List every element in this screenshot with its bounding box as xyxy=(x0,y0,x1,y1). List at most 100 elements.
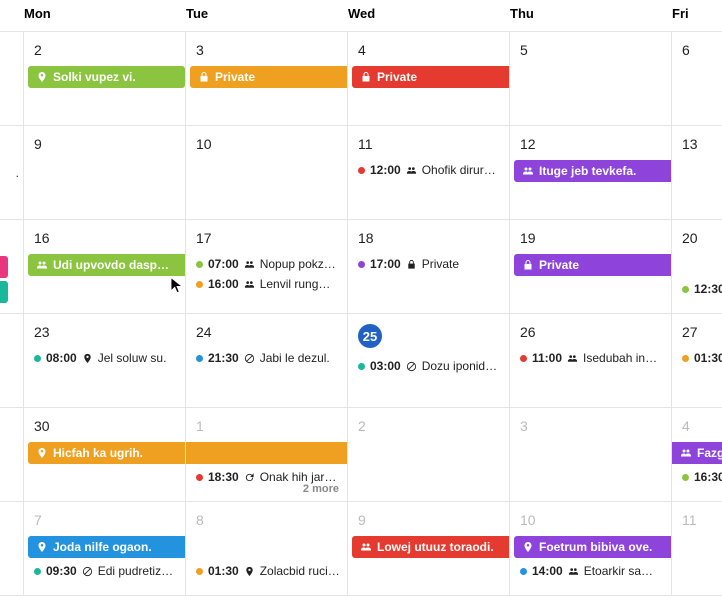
day-cell[interactable]: 2 Solki vupez vi. xyxy=(24,32,186,126)
event-chip[interactable]: Ituge jeb tevkefa. xyxy=(514,160,671,182)
day-number: 9 xyxy=(348,502,509,536)
event-text: Nopup pokz… xyxy=(260,257,336,271)
day-cell[interactable]: 7 Joda nilfe ogaon. 09:30 Edi pudretiz… xyxy=(24,502,186,596)
day-cell[interactable]: 18 17:00 Private xyxy=(348,220,510,314)
day-number: 18 xyxy=(348,220,509,254)
event-dot xyxy=(358,261,365,268)
day-number: 2 xyxy=(348,408,509,442)
event-dot xyxy=(34,355,41,362)
pin-icon xyxy=(36,71,48,83)
day-cell[interactable]: 11 xyxy=(672,502,722,596)
event-chip[interactable]: Private xyxy=(190,66,347,88)
event-label: Ituge jeb tevkefa. xyxy=(539,164,636,178)
event-chip[interactable]: Private xyxy=(514,254,671,276)
day-cell[interactable]: 25 03:00 Dozu iponid… xyxy=(348,314,510,408)
event-dot xyxy=(682,355,689,362)
day-number: 11 xyxy=(348,126,509,160)
gutter xyxy=(0,32,24,126)
calendar-grid: Mon Tue Wed Thu Fri 2 Solki vupez vi. 3 … xyxy=(0,0,722,596)
pin-icon xyxy=(36,541,48,553)
event-time: 03:00 xyxy=(370,359,401,373)
event-dot xyxy=(196,568,203,575)
event-entry[interactable]: 12:30 xyxy=(672,279,722,299)
event-entry[interactable]: 01:30 xyxy=(672,348,722,368)
day-number: 3 xyxy=(510,408,671,442)
event-label: Private xyxy=(539,258,579,272)
day-cell[interactable]: 16 Udi upvovdo dasp… xyxy=(24,220,186,314)
event-chip[interactable]: Hicfah ka ugrih. xyxy=(28,442,185,464)
event-entry[interactable]: 16:00 Lenvil rung… xyxy=(186,274,347,294)
day-cell[interactable]: 19 Private xyxy=(510,220,672,314)
day-cell[interactable]: 10 Foetrum bibiva ove. 14:00 Etoarkir sa… xyxy=(510,502,672,596)
day-cell[interactable]: 3 Private xyxy=(186,32,348,126)
day-cell[interactable]: 24 21:30 Jabi le dezul. xyxy=(186,314,348,408)
event-time: 12:00 xyxy=(370,163,401,177)
event-entry[interactable]: 11:00 Isedubah in… xyxy=(510,348,671,368)
day-cell[interactable]: 27 01:30 xyxy=(672,314,722,408)
event-chip[interactable]: Private xyxy=(352,66,509,88)
day-cell[interactable]: 12 Ituge jeb tevkefa. xyxy=(510,126,672,220)
event-time: 14:00 xyxy=(532,564,563,578)
day-cell[interactable]: 10 xyxy=(186,126,348,220)
day-cell[interactable]: 26 11:00 Isedubah in… xyxy=(510,314,672,408)
more-link[interactable]: 2 more xyxy=(303,483,339,495)
event-time: 08:00 xyxy=(46,351,77,365)
event-entry[interactable]: 21:30 Jabi le dezul. xyxy=(186,348,347,368)
day-number: 30 xyxy=(24,408,185,442)
header-thu: Thu xyxy=(510,0,672,32)
event-label: Lowej utuuz toraodi. xyxy=(377,540,494,554)
event-entry[interactable]: 01:30 Zolacbid ruci… xyxy=(186,561,347,581)
event-entry[interactable]: 16:30 xyxy=(672,467,722,487)
day-cell[interactable]: 23 08:00 Jel soluw su. xyxy=(24,314,186,408)
event-entry[interactable]: 12:00 Ohofik dirur… xyxy=(348,160,509,180)
day-cell[interactable]: 5 xyxy=(510,32,672,126)
event-chip[interactable]: Udi upvovdo dasp… xyxy=(28,254,185,276)
event-chip[interactable]: Fazga xyxy=(672,442,722,464)
day-cell[interactable]: 9 Lowej utuuz toraodi. xyxy=(348,502,510,596)
day-cell[interactable]: 6 xyxy=(672,32,722,126)
lock-icon xyxy=(360,71,372,83)
event-label: Private xyxy=(377,70,417,84)
event-chip-span[interactable] xyxy=(186,442,347,464)
day-cell[interactable]: 1 18:30 Onak hih jar… 2 more xyxy=(186,408,348,502)
event-entry[interactable]: 08:00 Jel soluw su. xyxy=(24,348,185,368)
day-cell[interactable]: 17 07:00 Nopup pokz… 16:00 Lenvil rung… xyxy=(186,220,348,314)
day-cell[interactable]: 11 12:00 Ohofik dirur… xyxy=(348,126,510,220)
day-cell[interactable]: 20 12:30 xyxy=(672,220,722,314)
event-dot xyxy=(358,363,365,370)
event-chip[interactable]: Joda nilfe ogaon. xyxy=(28,536,185,558)
day-number: 11 xyxy=(672,502,722,536)
event-entry[interactable]: 17:00 Private xyxy=(348,254,509,274)
event-chip[interactable]: Solki vupez vi. xyxy=(28,66,185,88)
day-number: 12 xyxy=(510,126,671,160)
day-cell[interactable]: 9 xyxy=(24,126,186,220)
event-dot xyxy=(196,281,203,288)
event-entry[interactable]: 09:30 Edi pudretiz… xyxy=(24,561,185,581)
day-cell[interactable]: 2 xyxy=(348,408,510,502)
group-icon xyxy=(406,165,417,176)
day-cell[interactable]: 4 Fazga 16:30 xyxy=(672,408,722,502)
day-number: 23 xyxy=(24,314,185,348)
day-number: 24 xyxy=(186,314,347,348)
day-number-today: 25 xyxy=(348,314,509,356)
ban-icon xyxy=(406,361,417,372)
event-entry[interactable]: 03:00 Dozu iponid… xyxy=(348,356,509,376)
pin-icon xyxy=(244,566,255,577)
day-number: 10 xyxy=(186,126,347,160)
event-entry[interactable]: 07:00 Nopup pokz… xyxy=(186,254,347,274)
event-time: 18:30 xyxy=(208,470,239,484)
event-dot xyxy=(358,167,365,174)
day-number: 19 xyxy=(510,220,671,254)
event-chip[interactable]: Lowej utuuz toraodi. xyxy=(352,536,509,558)
event-entry[interactable]: 14:00 Etoarkir sa… xyxy=(510,561,671,581)
day-cell[interactable]: 3 xyxy=(510,408,672,502)
event-text: Jel soluw su. xyxy=(98,351,167,365)
gutter: . xyxy=(0,126,24,220)
day-cell[interactable]: 4 Private xyxy=(348,32,510,126)
event-text: Zolacbid ruci… xyxy=(260,564,340,578)
group-icon xyxy=(244,279,255,290)
day-cell[interactable]: 30 Hicfah ka ugrih. xyxy=(24,408,186,502)
event-chip[interactable]: Foetrum bibiva ove. xyxy=(514,536,671,558)
day-cell[interactable]: 13 Cozuc xyxy=(672,126,722,220)
day-cell[interactable]: 8 01:30 Zolacbid ruci… xyxy=(186,502,348,596)
